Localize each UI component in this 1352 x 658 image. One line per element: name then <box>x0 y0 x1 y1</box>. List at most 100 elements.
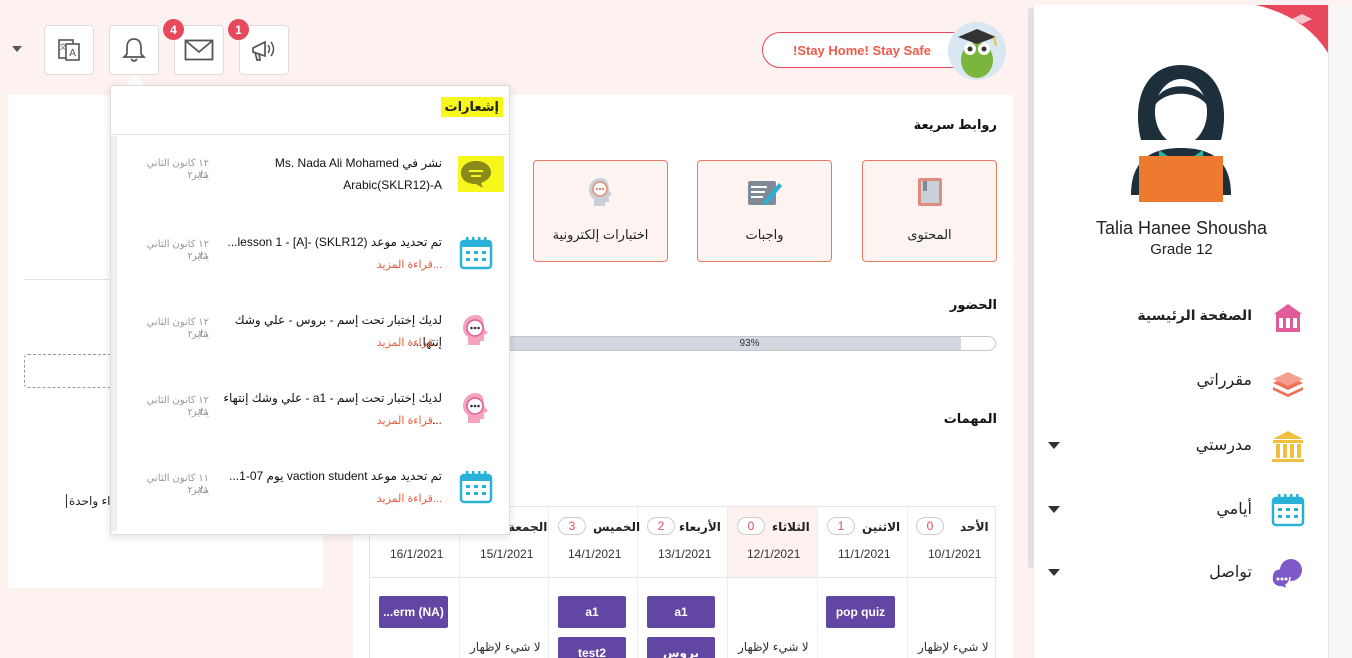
envelope-icon <box>184 39 214 61</box>
notification-item[interactable]: Ms. Nada Ali Mohamed نشر في Arabic(SKLR1… <box>111 144 509 222</box>
sidebar-item-label: مقرراتي <box>1196 372 1252 389</box>
notification-item[interactable]: تم تحديد موعد lesson 1 - [A]- (SKLR12)..… <box>111 221 509 299</box>
notification-text: Arabic(SKLR12)-A <box>343 178 442 192</box>
sidebar-item-my-school[interactable]: مدرستي <box>1034 425 1329 465</box>
task-item[interactable]: ...erm (NA) <box>379 596 448 628</box>
sidebar-item-communicate[interactable]: تواصل <box>1034 552 1329 592</box>
day-count: 1 <box>827 517 855 535</box>
sidebar-item-label: أيامي <box>1216 501 1252 518</box>
day-date: 15/1/2021 <box>480 547 534 561</box>
day-friday: الجمعة <box>508 520 548 534</box>
sidebar-item-my-days[interactable]: أيامي <box>1034 489 1329 529</box>
day-count: 0 <box>737 517 765 535</box>
books-stack-icon <box>1273 372 1303 397</box>
day-count: 2 <box>647 517 675 535</box>
read-more-link[interactable]: ...قراءة المزيد <box>377 492 442 505</box>
col-line <box>817 507 818 658</box>
attendance-title: الحضور <box>949 297 997 312</box>
day-tuesday: الثلاثاء <box>772 520 810 534</box>
calendar-icon <box>1271 494 1305 527</box>
notification-date: ٢٠٢١ <box>187 251 209 262</box>
quick-links-title: روابط سريعة <box>913 117 997 132</box>
dropdown-pointer <box>126 75 144 85</box>
student-name: Talia Hanee Shousha <box>1095 218 1268 238</box>
quick-link-content[interactable]: المحتوى <box>862 160 997 262</box>
notification-date: ٢٠٢١ <box>187 329 209 340</box>
sidebar-item-home[interactable]: الصفحة الرئيسية <box>1034 297 1329 337</box>
quick-link-label: المحتوى <box>907 227 952 242</box>
divider <box>111 134 509 135</box>
messages-badge: 4 <box>163 19 184 40</box>
day-monday: الاثنين <box>862 520 901 534</box>
notification-item[interactable]: تم تحديد موعد vaction student يوم 07-1..… <box>111 455 509 533</box>
col-line <box>548 507 549 658</box>
day-count: 0 <box>916 517 944 535</box>
quick-link-quizzes[interactable]: اختبارات إلكترونية <box>533 160 668 262</box>
mascot-avatar <box>948 22 1006 80</box>
main-scrollbar[interactable] <box>1028 8 1034 568</box>
translate-button[interactable]: A 文 <box>44 25 94 75</box>
school-building-icon <box>1274 304 1302 332</box>
sidebar-item-label: الصفحة الرئيسية <box>1137 307 1252 323</box>
col-line <box>907 507 908 658</box>
day-thursday: الخميس <box>593 520 641 534</box>
svg-text:A: A <box>69 48 76 59</box>
quick-link-homework[interactable]: واجبات <box>697 160 832 262</box>
notifications-title: إشعارات <box>440 97 503 117</box>
read-more-link[interactable]: ...قراءة المزيد <box>377 258 442 271</box>
calendar-icon <box>459 237 493 270</box>
day-date: 11/1/2021 <box>838 547 891 561</box>
svg-text:文: 文 <box>60 42 67 51</box>
day-date: 16/1/2021 <box>390 547 444 561</box>
quick-link-label: واجبات <box>745 227 784 242</box>
task-item[interactable]: test2 <box>558 637 626 658</box>
notification-date: ٢٠٢١ <box>187 485 209 496</box>
empty-day-text: لا شيء لإظهار <box>918 640 989 654</box>
col-line <box>727 507 728 658</box>
sidebar-item-my-courses[interactable]: مقرراتي <box>1034 360 1329 400</box>
calendar-header-divider <box>370 577 997 578</box>
empty-day-text: لا شيء لإظهار <box>470 640 541 654</box>
task-item[interactable]: a1 <box>558 596 626 628</box>
notification-date: ٢٠٢١ <box>187 170 209 181</box>
day-date: 12/1/2021 <box>747 547 801 561</box>
page-scrollbar[interactable] <box>1328 5 1352 658</box>
user-menu-caret[interactable] <box>12 46 22 52</box>
sidebar-item-label: تواصل <box>1209 564 1252 581</box>
notifications-dropdown: إشعارات Ms. Nada Ali Mohamed نشر في Arab… <box>110 85 510 535</box>
institution-columns-icon <box>1272 431 1304 462</box>
chevron-down-icon[interactable] <box>1048 569 1060 576</box>
day-date: 14/1/2021 <box>568 547 622 561</box>
sidebar: Talia Hanee Shousha Grade 12 الصفحة الرئ… <box>1033 5 1328 658</box>
day-wednesday: الأربعاء <box>679 520 721 534</box>
empty-day-text: لا شيء لإظهار <box>738 640 809 654</box>
notification-text: Ms. Nada Ali Mohamed نشر في <box>274 156 442 170</box>
notifications-button[interactable] <box>109 25 159 75</box>
student-avatar-icon <box>1131 65 1231 202</box>
task-item[interactable]: a1 <box>647 596 715 628</box>
stay-safe-text: !Stay Home! Stay Safe <box>793 43 931 58</box>
notification-text: تم تحديد موعد vaction student يوم 07-1..… <box>229 469 442 483</box>
quiz-head-icon <box>463 393 488 423</box>
day-date: 10/1/2021 <box>928 547 982 561</box>
task-item[interactable]: pop quiz <box>826 596 895 628</box>
attendance-progress: 93% <box>503 336 996 351</box>
task-item[interactable]: بروس <box>647 637 715 658</box>
stay-safe-banner: !Stay Home! Stay Safe <box>762 32 970 68</box>
quick-link-label: اختبارات إلكترونية <box>552 227 649 242</box>
graduate-frog-icon <box>948 22 1006 80</box>
notification-text: تم تحديد موعد lesson 1 - [A]- (SKLR12)..… <box>227 235 442 249</box>
notification-date: ٢٠٢١ <box>187 407 209 418</box>
corner-ribbon-icon <box>1256 5 1328 53</box>
read-more-link[interactable]: ...قراءة المزيد <box>377 336 442 349</box>
sidebar-item-label: مدرستي <box>1195 437 1252 454</box>
bell-icon <box>121 38 147 62</box>
book-icon <box>918 178 942 206</box>
chevron-down-icon[interactable] <box>1048 506 1060 513</box>
notification-item[interactable]: لديك إختبار تحت إسم - بروس - علي وشك إنت… <box>111 299 509 377</box>
read-more-link[interactable]: ...قراءة المزيد <box>377 414 442 427</box>
chevron-down-icon[interactable] <box>1048 442 1060 449</box>
day-sunday: الأحد <box>960 520 989 534</box>
notification-item[interactable]: لديك إختبار تحت إسم - a1 - علي وشك إنتها… <box>111 377 509 455</box>
tasks-title: المهمات <box>943 411 997 426</box>
